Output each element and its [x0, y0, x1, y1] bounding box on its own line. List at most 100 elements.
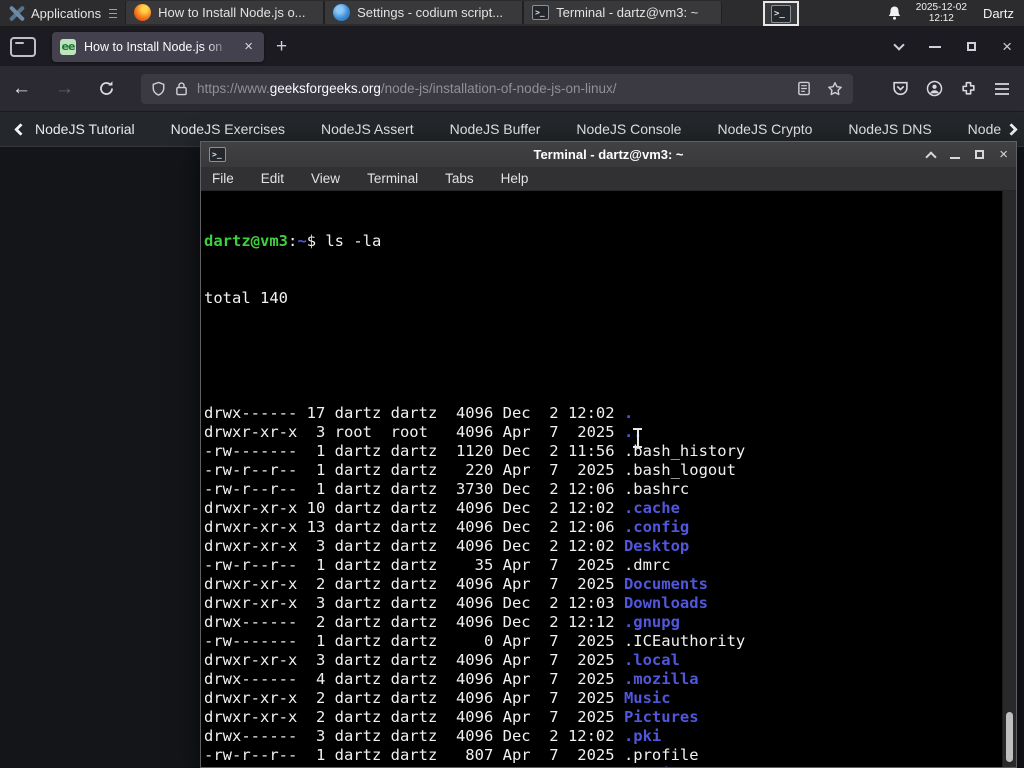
taskbar-window-codium[interactable]: Settings - codium script...: [324, 1, 524, 24]
nav-scroll-left-icon[interactable]: [14, 122, 27, 136]
terminal-titlebar[interactable]: >_ Terminal - dartz@vm3: ~ ×: [201, 142, 1016, 167]
terminal-close-button[interactable]: ×: [999, 147, 1008, 162]
window-minimize-button[interactable]: [929, 45, 942, 48]
terminal-menu-item[interactable]: View: [311, 171, 340, 186]
clock-date: 2025-12-02: [915, 2, 967, 13]
browser-tab-active[interactable]: ee How to Install Node.js on ×: [52, 31, 264, 62]
terminal-body[interactable]: dartz@vm3:~$ ls -la total 140 drwx------…: [201, 191, 1016, 767]
row-attributes: drwx------ 4 dartz dartz 4096 Apr 7 2025: [204, 670, 624, 689]
row-attributes: drwxr-xr-x 2 dartz dartz 4096 Apr 7 2025: [204, 708, 624, 727]
row-filename: .bash_logout: [623, 460, 736, 479]
row-filename: .dmrc: [623, 555, 671, 574]
terminal-menu-item[interactable]: Edit: [261, 171, 284, 186]
row-attributes: drwxr-xr-x 10 dartz dartz 4096 Dec 2 12:…: [204, 498, 624, 517]
site-nav-link[interactable]: NodeJS Console: [576, 121, 681, 137]
terminal-title: Terminal - dartz@vm3: ~: [533, 147, 684, 162]
mouse-cursor-ibeam-icon: [633, 428, 642, 448]
account-icon[interactable]: [926, 80, 943, 97]
terminal-output-row: drwxr-xr-x 2 dartz dartz 4096 Apr 7 2025…: [204, 689, 1002, 708]
panel-clock[interactable]: 2025-12-02 12:12: [916, 2, 967, 24]
terminal-icon: >_: [532, 5, 550, 20]
taskbar-window-firefox[interactable]: How to Install Node.js o...: [125, 1, 325, 24]
tracking-protection-shield-icon[interactable]: [151, 81, 166, 97]
prompt-path: ~: [297, 232, 307, 251]
terminal-menu-item[interactable]: Tabs: [445, 171, 474, 186]
site-nav-link[interactable]: Node: [968, 121, 1001, 137]
row-filename: Desktop: [623, 536, 690, 555]
terminal-output-row: drwx------ 2 dartz dartz 4096 Dec 2 12:1…: [204, 613, 1002, 632]
hamburger-menu-icon[interactable]: [994, 82, 1010, 96]
terminal-window: >_ Terminal - dartz@vm3: ~ × File Edit Vie…: [200, 141, 1017, 768]
reload-button[interactable]: [86, 80, 127, 97]
prompt-command: $ ls -la: [306, 232, 382, 251]
nav-scroll-right-icon[interactable]: [1005, 122, 1019, 136]
url-bar[interactable]: https://www.geeksforgeeks.org/node-js/in…: [141, 73, 853, 104]
scrollbar-thumb[interactable]: [1006, 712, 1013, 762]
applications-icon: [8, 5, 25, 22]
site-nav-link[interactable]: NodeJS Buffer: [450, 121, 541, 137]
row-attributes: drwxr-xr-x 3 dartz dartz 4096 Dec 2 12:0…: [204, 593, 624, 612]
site-nav-links: NodeJS Tutorial NodeJS Exercises NodeJS As…: [35, 121, 1001, 137]
extensions-puzzle-icon[interactable]: [960, 80, 977, 97]
firefox-toolbar: ← → https://www.geeksforgeeks.org/node-j…: [0, 66, 1024, 112]
terminal-scrollbar[interactable]: [1002, 191, 1016, 767]
terminal-shade-button[interactable]: [925, 150, 937, 163]
row-filename: Downloads: [623, 593, 708, 612]
terminal-output-row: drwx------ 4 dartz dartz 4096 Apr 7 2025…: [204, 670, 1002, 689]
firefox-view-icon[interactable]: [10, 36, 36, 57]
reader-mode-icon[interactable]: [797, 81, 811, 97]
menu-lines-icon: [109, 8, 118, 18]
lock-icon[interactable]: [175, 81, 188, 96]
applications-label: Applications: [31, 5, 102, 21]
terminal-menu-item[interactable]: Help: [501, 171, 529, 186]
taskbar-window-terminal[interactable]: >_ Terminal - dartz@vm3: ~: [523, 1, 723, 24]
notification-bell-icon[interactable]: [887, 5, 902, 21]
row-filename: .profile: [623, 746, 699, 765]
terminal-output-row: drwxr-xr-x 2 dartz dartz 4096 Apr 7 2025…: [204, 765, 1002, 767]
forward-button[interactable]: →: [43, 78, 86, 100]
taskbar-window-title: Terminal - dartz@vm3: ~: [556, 5, 699, 20]
terminal-output-row: drwxr-xr-x 10 dartz dartz 4096 Dec 2 12:…: [204, 499, 1002, 518]
applications-menu-button[interactable]: Applications: [0, 0, 125, 26]
clock-time: 12:12: [928, 13, 954, 24]
codium-icon: [333, 4, 351, 21]
pocket-icon[interactable]: [892, 80, 909, 97]
terminal-output-row: drwxr-xr-x 3 dartz dartz 4096 Dec 2 12:0…: [204, 594, 1002, 613]
terminal-menu-item[interactable]: Terminal: [367, 171, 418, 186]
terminal-menu-item[interactable]: File: [212, 171, 234, 186]
row-filename: Public: [624, 765, 680, 767]
back-button[interactable]: ←: [0, 78, 43, 100]
site-nav-link[interactable]: NodeJS Crypto: [717, 121, 812, 137]
prompt-user-host: dartz@vm3: [204, 232, 288, 251]
taskbar-window-title: How to Install Node.js o...: [158, 5, 306, 20]
row-attributes: -rw-r--r-- 1 dartz dartz 220 Apr 7 2025: [204, 460, 624, 479]
window-maximize-button[interactable]: [967, 42, 977, 51]
site-nav-link[interactable]: NodeJS Assert: [321, 121, 414, 137]
terminal-launcher-icon[interactable]: >_: [763, 1, 799, 26]
row-attributes: drwxr-xr-x 3 root root 4096 Apr 7 2025: [204, 422, 624, 441]
site-nav-link[interactable]: NodeJS Exercises: [171, 121, 285, 137]
site-nav-link[interactable]: NodeJS Tutorial: [35, 121, 135, 137]
terminal-output-row: drwx------ 17 dartz dartz 4096 Dec 2 12:…: [204, 404, 1002, 423]
terminal-output-row: drwxr-xr-x 3 dartz dartz 4096 Apr 7 2025…: [204, 651, 1002, 670]
row-attributes: -rw-r--r-- 1 dartz dartz 807 Apr 7 2025: [204, 746, 624, 765]
row-attributes: drwxr-xr-x 3 dartz dartz 4096 Dec 2 12:0…: [204, 536, 624, 555]
row-filename: Music: [623, 689, 671, 708]
tab-close-icon[interactable]: ×: [241, 38, 256, 55]
list-all-tabs-icon[interactable]: [893, 38, 905, 51]
row-filename: .local: [623, 651, 680, 670]
terminal-maximize-button[interactable]: [975, 150, 985, 159]
geeksforgeeks-favicon: ee: [60, 38, 76, 55]
window-close-button[interactable]: ×: [1002, 38, 1012, 55]
row-attributes: drwxr-xr-x 2 dartz dartz 4096 Apr 7 2025: [204, 765, 624, 767]
new-tab-button[interactable]: +: [264, 36, 299, 58]
terminal-output-row: -rw-r--r-- 1 dartz dartz 35 Apr 7 2025 .…: [204, 556, 1002, 575]
user-menu[interactable]: Dartz: [981, 6, 1014, 21]
bookmark-star-icon[interactable]: [827, 81, 843, 97]
row-filename: .bash_history: [623, 441, 746, 460]
row-attributes: -rw------- 1 dartz dartz 0 Apr 7 2025: [204, 632, 624, 651]
row-filename: .gnupg: [623, 613, 680, 632]
terminal-minimize-button[interactable]: [950, 157, 961, 159]
row-filename: Documents: [623, 574, 708, 593]
site-nav-link[interactable]: NodeJS DNS: [848, 121, 931, 137]
